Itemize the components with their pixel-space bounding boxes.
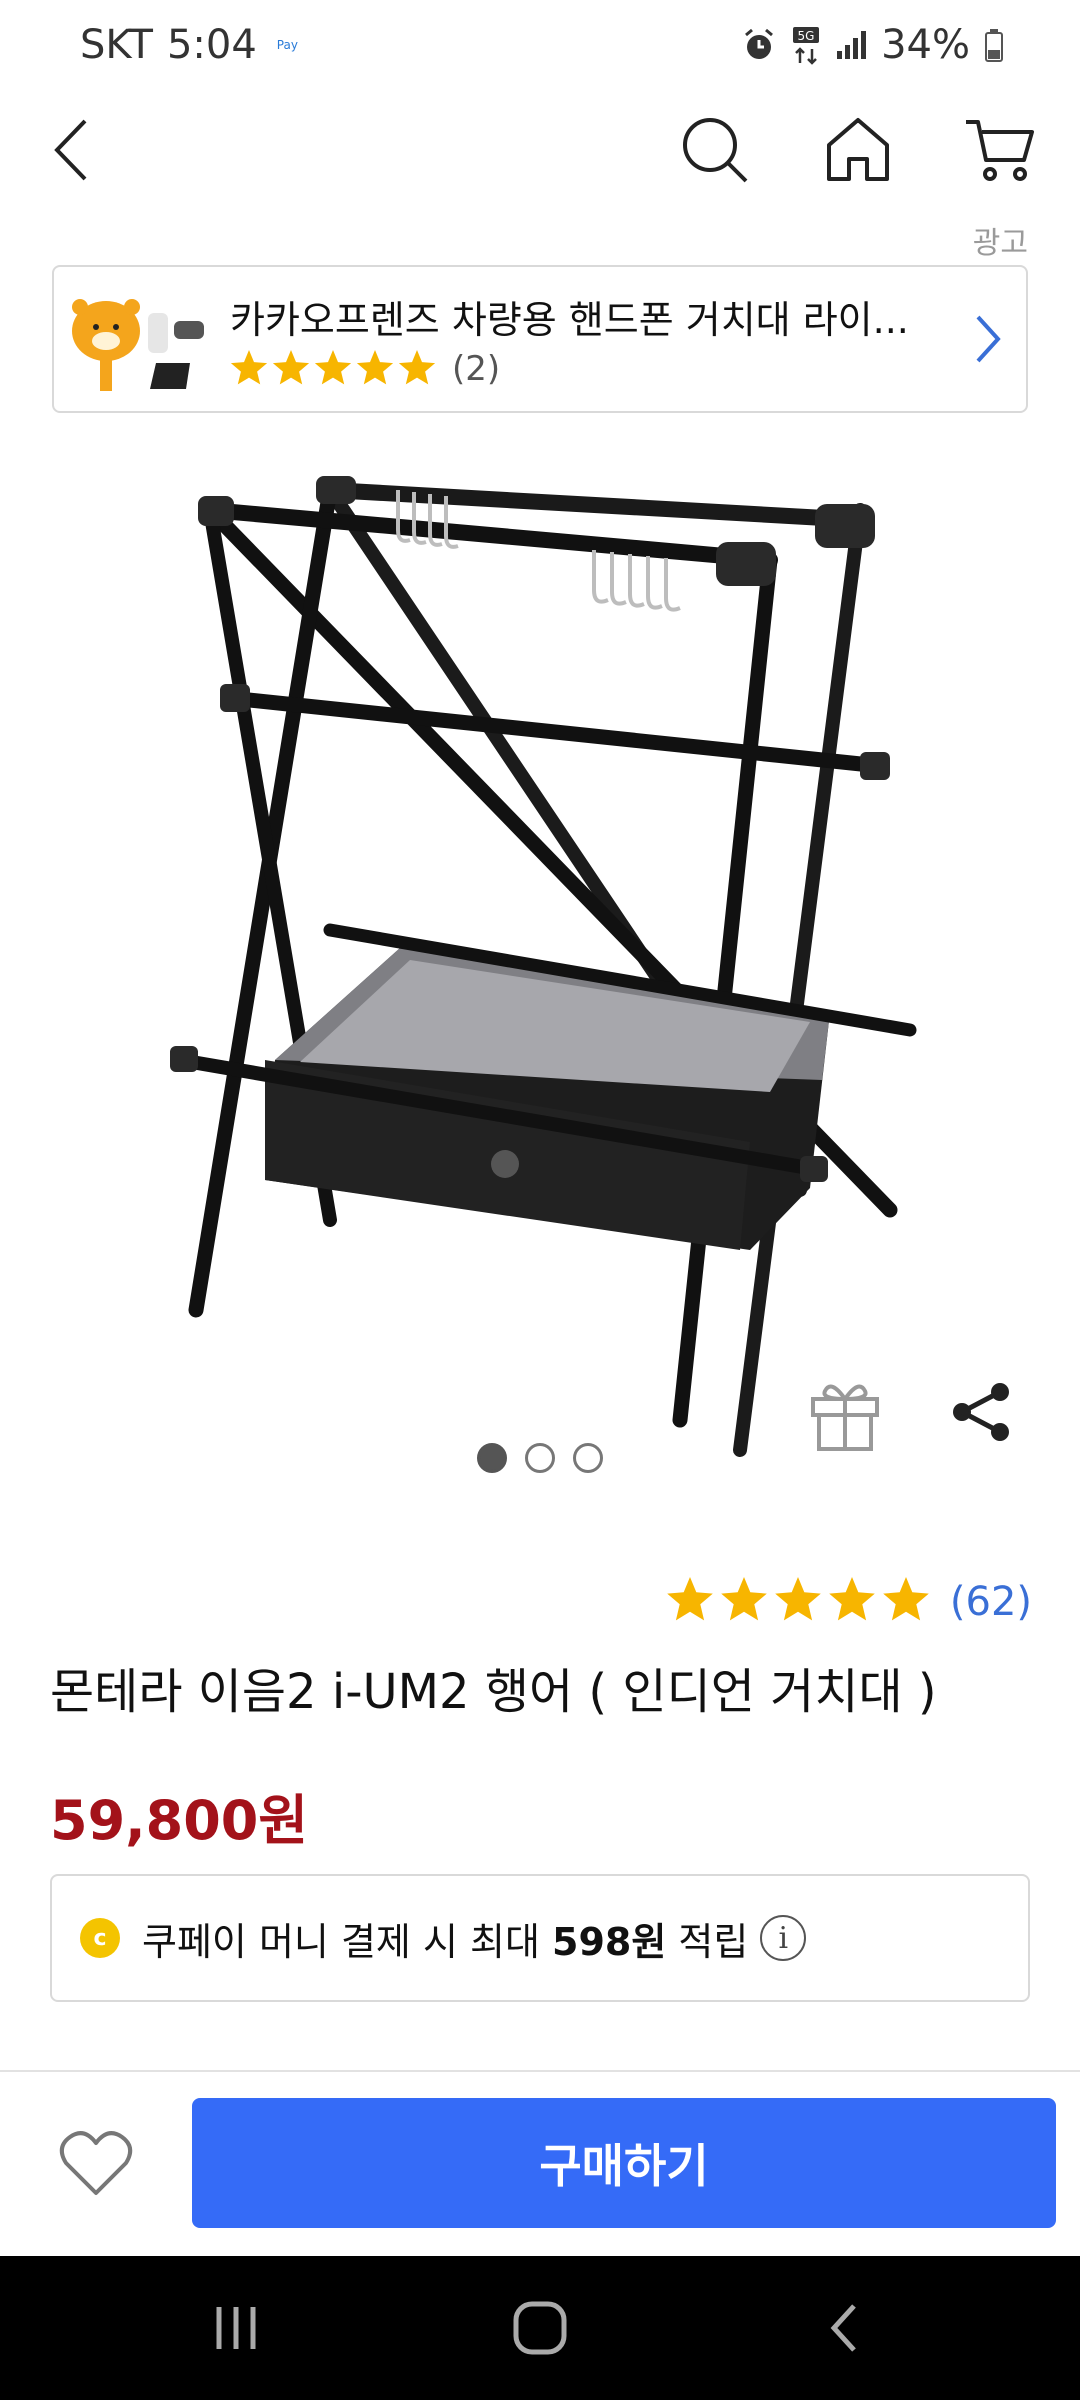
carrier-label: SKT — [80, 22, 153, 68]
star-icon — [829, 1577, 875, 1621]
signal-icon — [837, 31, 867, 59]
search-icon — [683, 118, 748, 183]
product-title: 몬테라 이음2 i-UM2 행어 ( 인디언 거치대 ) — [50, 1664, 937, 1720]
star-icon — [356, 350, 394, 385]
star-icon — [314, 350, 352, 385]
reward-amount: 598원 — [552, 1919, 667, 1964]
gift-icon — [811, 1384, 879, 1451]
system-nav-bar — [0, 2256, 1080, 2400]
status-right: 5G 34% — [741, 22, 1004, 68]
system-home-button[interactable] — [470, 2256, 610, 2400]
back-arrow-icon — [54, 119, 87, 181]
star-icon — [230, 350, 268, 385]
bottom-divider — [0, 2070, 1080, 2072]
chevron-right-icon — [976, 315, 1001, 363]
ad-banner[interactable]: 카카오프렌즈 차량용 핸드폰 거치대 라이... (2) — [52, 265, 1028, 413]
product-image[interactable] — [0, 440, 1080, 1480]
search-button[interactable] — [665, 100, 765, 200]
back-button[interactable] — [20, 100, 120, 200]
pager-dot[interactable] — [477, 1443, 507, 1473]
heart-icon — [59, 2131, 133, 2195]
reward-suffix: 적립 — [666, 1919, 749, 1964]
svg-text:5G: 5G — [798, 29, 815, 43]
top-nav — [0, 100, 1080, 240]
pay-icon: Pay — [276, 38, 298, 52]
image-pager — [0, 1443, 1080, 1473]
buy-button[interactable]: 구매하기 — [192, 2098, 1056, 2228]
system-back-button[interactable] — [774, 2256, 914, 2400]
coin-icon: c — [80, 1918, 120, 1958]
cart-button[interactable] — [950, 100, 1050, 200]
reward-text: 쿠페이 머니 결제 시 최대 598원 적립 — [142, 1911, 748, 1966]
recent-apps-icon — [216, 2307, 256, 2349]
network-5g-icon: 5G — [793, 27, 820, 65]
battery-percent: 34% — [881, 22, 970, 68]
star-icon — [883, 1577, 929, 1621]
cart-icon — [966, 120, 1034, 181]
system-home-icon — [513, 2301, 567, 2355]
star-icon — [667, 1577, 713, 1621]
ad-rating: (2) — [230, 349, 500, 389]
product-stars — [667, 1577, 929, 1621]
ad-stars — [230, 350, 436, 385]
home-icon — [827, 118, 889, 181]
share-button[interactable] — [940, 1370, 1024, 1454]
status-time: 5:04 — [166, 22, 257, 68]
system-back-icon — [830, 2304, 856, 2352]
pager-dot[interactable] — [525, 1443, 555, 1473]
star-icon — [398, 350, 436, 385]
reward-prefix: 쿠페이 머니 결제 시 최대 — [142, 1919, 552, 1964]
ad-label: 광고 — [972, 226, 1028, 261]
status-bar: SKT 5:04 Pay 5G 34% — [0, 0, 1080, 100]
battery-icon — [985, 29, 1003, 62]
info-icon[interactable]: i — [760, 1915, 807, 1961]
share-icon — [953, 1383, 1009, 1441]
product-rating[interactable]: (62) — [666, 1576, 1032, 1628]
ad-rating-count: (2) — [452, 349, 501, 389]
status-left: SKT 5:04 Pay — [80, 22, 298, 68]
product-price: 59,800원 — [50, 1789, 309, 1852]
wishlist-button[interactable] — [44, 2112, 148, 2216]
recent-apps-button[interactable] — [166, 2256, 306, 2400]
ad-thumbnail — [72, 299, 204, 391]
product-rating-count[interactable]: (62) — [950, 1579, 1032, 1625]
reward-box: c 쿠페이 머니 결제 시 최대 598원 적립 i — [50, 1874, 1030, 2002]
star-icon — [721, 1577, 767, 1621]
home-button[interactable] — [808, 100, 908, 200]
star-icon — [272, 350, 310, 385]
star-icon — [775, 1577, 821, 1621]
pager-dot[interactable] — [573, 1443, 603, 1473]
ad-title: 카카오프렌즈 차량용 핸드폰 거치대 라이... — [230, 298, 909, 342]
alarm-icon — [745, 28, 774, 59]
